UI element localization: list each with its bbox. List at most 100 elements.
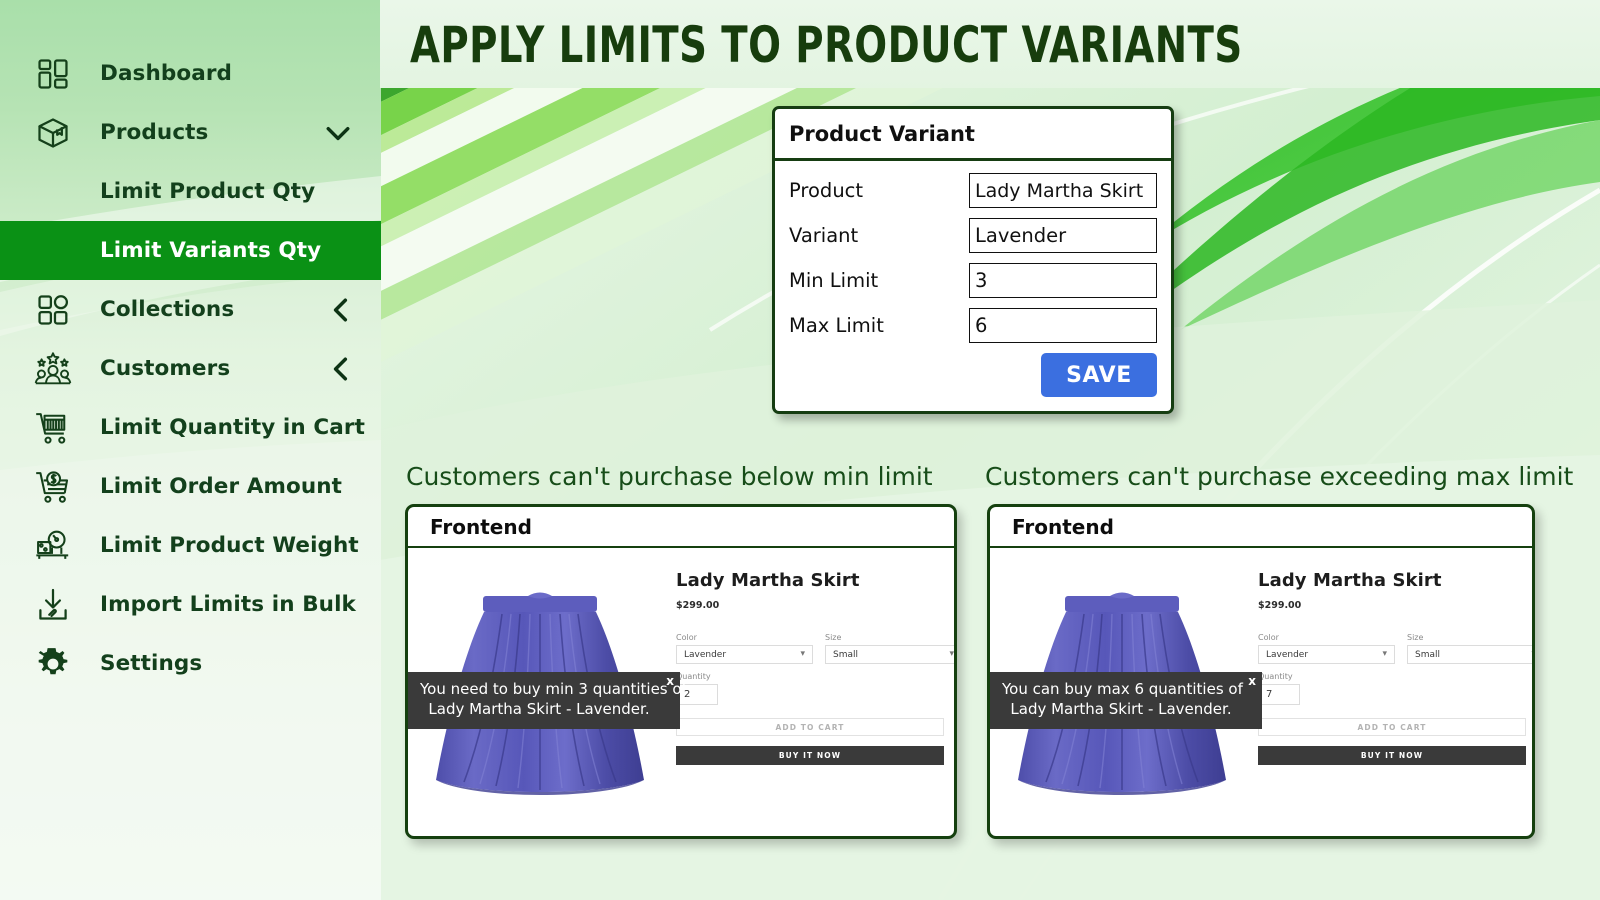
product-info-column: Lady Martha Skirt $299.00 Color Lavender… [1258, 548, 1532, 836]
toast-close-icon[interactable]: x [1248, 675, 1256, 687]
product-variant-card-body: Product Lady Martha Skirt Variant Lavend… [775, 161, 1171, 411]
toast-close-icon[interactable]: x [666, 675, 674, 687]
chevron-left-icon[interactable] [331, 297, 351, 323]
save-button[interactable]: SAVE [1041, 353, 1157, 397]
toast-line-1: You need to buy min 3 quantities of [420, 680, 687, 698]
sidebar-item-limit-quantity-in-cart[interactable]: Limit Quantity in Cart [0, 398, 381, 457]
product-info-column: Lady Martha Skirt $299.00 Color Lavender… [676, 548, 954, 836]
sidebar-item-label: Limit Order Amount [100, 474, 343, 499]
chevron-left-icon[interactable] [331, 356, 351, 382]
app-root: APPLY LIMITS TO PRODUCT VARIANTS Dashboa… [0, 0, 1600, 900]
color-select[interactable]: Lavender ▾ [676, 645, 813, 664]
add-to-cart-button[interactable]: ADD TO CART [676, 718, 944, 736]
chevron-down-icon[interactable] [325, 124, 351, 142]
color-label: Color [676, 633, 697, 642]
product-name: Lady Martha Skirt [1258, 570, 1442, 591]
collections-grid-icon [28, 290, 78, 330]
chevron-down-icon: ▾ [949, 648, 954, 659]
field-label-variant: Variant [789, 224, 859, 247]
sidebar-item-import-limits-in-bulk[interactable]: Import Limits in Bulk [0, 575, 381, 634]
save-row: SAVE [789, 353, 1157, 397]
page-title: APPLY LIMITS TO PRODUCT VARIANTS [410, 16, 1243, 74]
quantity-group: Quantity 2 [676, 672, 954, 705]
sidebar-nav: Dashboard Products Limit Product Qty Lim… [0, 0, 381, 693]
buy-it-now-button[interactable]: BUY IT NOW [676, 746, 944, 765]
frontend-label: Frontend [1012, 514, 1114, 539]
product-variant-card-title: Product Variant [789, 122, 975, 146]
size-select[interactable]: Small ▾ [825, 645, 954, 664]
quantity-label: Quantity [1258, 672, 1293, 681]
sidebar-item-products[interactable]: Products [0, 103, 381, 162]
sidebar-item-label: Import Limits in Bulk [100, 592, 356, 617]
max-limit-toast: You can buy max 6 quantities of Lady Mar… [990, 672, 1262, 729]
sidebar-subitem-label: Limit Product Qty [100, 179, 316, 204]
frontend-card-max-limit: Frontend Lady Martha Skirt $299.00 Color… [987, 504, 1535, 839]
size-select[interactable]: Small ▾ [1407, 645, 1532, 664]
dashboard-grid-icon [28, 54, 78, 94]
product-price: $299.00 [676, 600, 720, 611]
add-to-cart-button[interactable]: ADD TO CART [1258, 718, 1526, 736]
frontend-label: Frontend [430, 514, 532, 539]
field-label-product: Product [789, 179, 864, 202]
chevron-down-icon: ▾ [1382, 648, 1387, 659]
sidebar-item-label: Customers [100, 356, 231, 381]
product-name: Lady Martha Skirt [676, 570, 860, 591]
chevron-down-icon: ▾ [800, 648, 805, 659]
product-variant-card-header: Product Variant [775, 109, 1171, 161]
product-variant-card: Product Variant Product Lady Martha Skir… [772, 106, 1174, 414]
buy-it-now-button[interactable]: BUY IT NOW [1258, 746, 1526, 765]
sidebar-subitem-limit-product-qty[interactable]: Limit Product Qty [0, 162, 381, 221]
color-value: Lavender [1266, 649, 1309, 660]
color-label: Color [1258, 633, 1279, 642]
caption-min-limit: Customers can't purchase below min limit [406, 462, 933, 491]
size-option: Size Small ▾ [1407, 633, 1532, 664]
variant-input[interactable]: Lavender [969, 218, 1157, 253]
sidebar-item-label: Dashboard [100, 61, 233, 86]
min-limit-input[interactable]: 3 [969, 263, 1157, 298]
field-label-max-limit: Max Limit [789, 314, 884, 337]
toast-line-1: You can buy max 6 quantities of [1002, 680, 1243, 698]
size-label: Size [825, 633, 842, 642]
sidebar-item-limit-product-weight[interactable]: Limit Product Weight [0, 516, 381, 575]
sidebar-item-limit-order-amount[interactable]: Limit Order Amount [0, 457, 381, 516]
sidebar-item-collections[interactable]: Collections [0, 280, 381, 339]
color-select[interactable]: Lavender ▾ [1258, 645, 1395, 664]
sidebar-subitem-limit-variants-qty[interactable]: Limit Variants Qty [0, 221, 381, 280]
quantity-input[interactable]: 7 [1258, 684, 1300, 705]
color-option: Color Lavender ▾ [1258, 633, 1395, 664]
frontend-card-min-limit: Frontend Lady Martha Skirt $299.00 Color… [405, 504, 957, 839]
quantity-group: Quantity 7 [1258, 672, 1532, 705]
color-option: Color Lavender ▾ [676, 633, 813, 664]
sidebar-item-label: Limit Quantity in Cart [100, 415, 365, 440]
customers-star-icon [28, 349, 78, 389]
sidebar-item-label: Limit Product Weight [100, 533, 359, 558]
toast-line-2: Lady Martha Skirt - Lavender. [1010, 700, 1232, 719]
field-row-min-limit: Min Limit 3 [789, 263, 1157, 298]
max-limit-input[interactable]: 6 [969, 308, 1157, 343]
size-value: Small [833, 649, 858, 660]
chevron-down-icon: ▾ [1531, 649, 1532, 659]
field-label-min-limit: Min Limit [789, 269, 879, 292]
sidebar-item-dashboard[interactable]: Dashboard [0, 44, 381, 103]
color-value: Lavender [684, 649, 727, 660]
sidebar-item-settings[interactable]: Settings [0, 634, 381, 693]
sidebar-item-label: Products [100, 120, 209, 145]
sidebar: Dashboard Products Limit Product Qty Lim… [0, 0, 381, 900]
gear-icon [28, 644, 78, 684]
field-row-variant: Variant Lavender [789, 218, 1157, 253]
size-option: Size Small ▾ [825, 633, 954, 664]
frontend-card-body: Lady Martha Skirt $299.00 Color Lavender… [408, 548, 954, 836]
product-input[interactable]: Lady Martha Skirt [969, 173, 1157, 208]
size-label: Size [1407, 633, 1424, 642]
sidebar-subitem-label: Limit Variants Qty [100, 238, 322, 263]
toast-line-2: Lady Martha Skirt - Lavender. [428, 700, 650, 719]
field-row-max-limit: Max Limit 6 [789, 308, 1157, 343]
frontend-card-header: Frontend [990, 507, 1532, 548]
sidebar-item-label: Collections [100, 297, 235, 322]
product-price: $299.00 [1258, 600, 1302, 611]
frontend-card-body: Lady Martha Skirt $299.00 Color Lavender… [990, 548, 1532, 836]
quantity-label: Quantity [676, 672, 711, 681]
cart-dollar-icon [28, 467, 78, 507]
frontend-card-header: Frontend [408, 507, 954, 548]
sidebar-item-customers[interactable]: Customers [0, 339, 381, 398]
